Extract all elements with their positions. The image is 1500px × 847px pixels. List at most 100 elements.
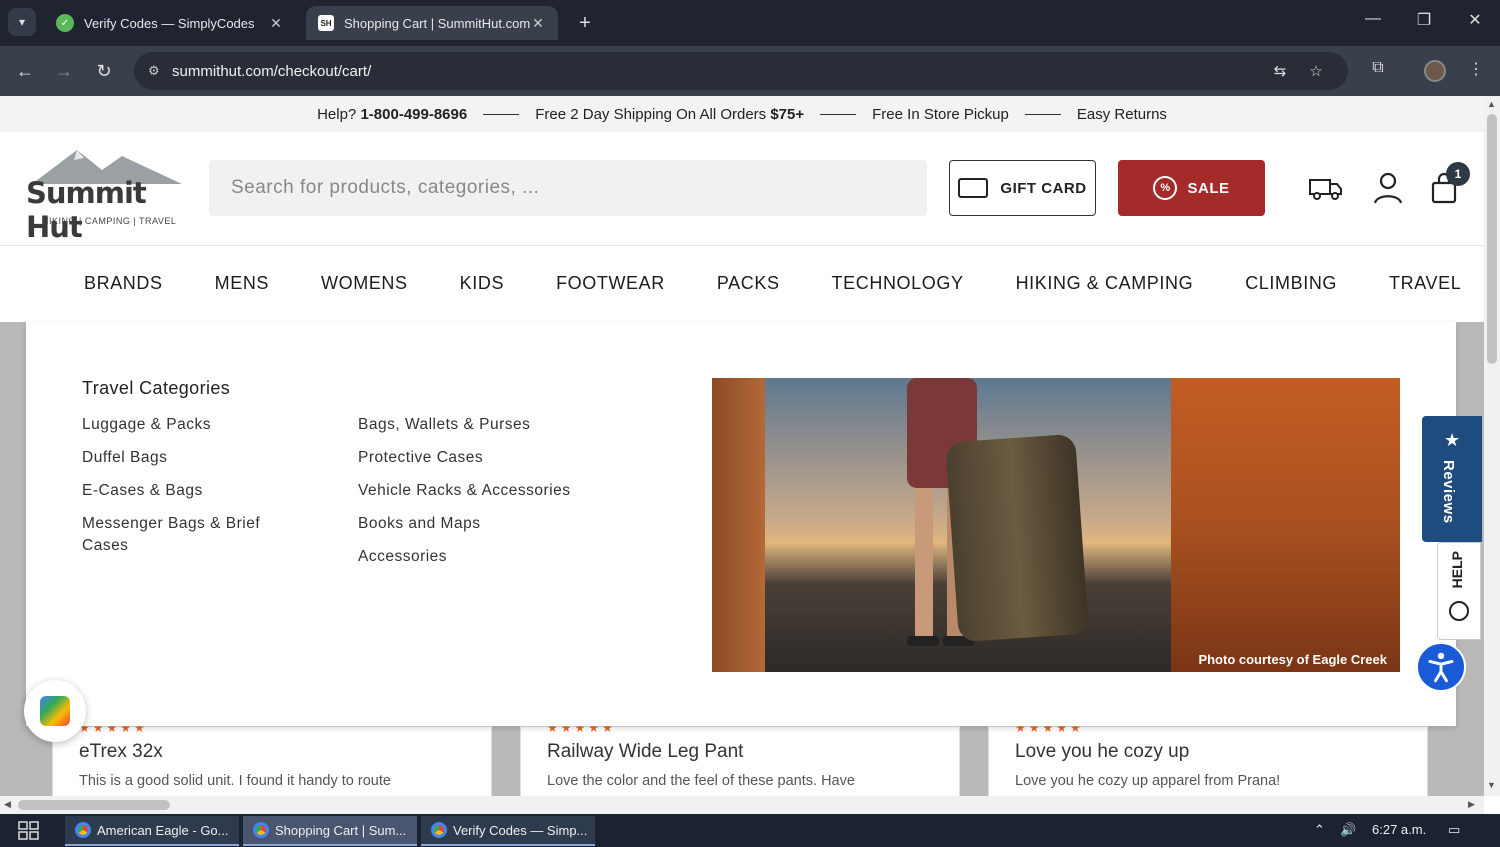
new-tab-button[interactable]: + xyxy=(572,10,598,36)
review-card[interactable]: ★★★★★ Railway Wide Leg Pant Love the col… xyxy=(520,721,960,796)
help-phone[interactable]: Help? 1-800-499-8696 xyxy=(317,106,467,123)
travel-promo-image[interactable]: Photo courtesy of Eagle Creek xyxy=(712,378,1400,672)
logo-tagline: HIKING | CAMPING | TRAVEL xyxy=(42,216,177,226)
reviews-widget-tab[interactable]: ★ Reviews xyxy=(1422,416,1482,542)
chrome-icon xyxy=(431,822,447,838)
nav-hiking-camping[interactable]: HIKING & CAMPING xyxy=(1016,273,1194,294)
gift-card-button[interactable]: GIFT CARD xyxy=(949,160,1096,216)
close-window-icon[interactable]: ✕ xyxy=(1460,10,1490,30)
nav-travel[interactable]: TRAVEL xyxy=(1389,273,1461,294)
review-text: Love the color and the feel of these pan… xyxy=(547,773,855,789)
start-grid-icon[interactable] xyxy=(18,821,40,841)
summithut-favicon-icon: SH xyxy=(318,15,334,31)
returns-promo: Easy Returns xyxy=(1076,105,1167,123)
nav-mens[interactable]: MENS xyxy=(215,273,269,294)
category-link[interactable]: E-Cases & Bags xyxy=(82,480,282,502)
site-settings-icon[interactable]: ⚙ xyxy=(148,63,172,79)
review-card[interactable]: ★★★★★ Love you he cozy up Love you he co… xyxy=(988,721,1428,796)
simplycodes-favicon-icon: ✓ xyxy=(56,14,74,32)
tray-chevron-icon[interactable]: ⌃ xyxy=(1314,822,1325,838)
photo-credit: Photo courtesy of Eagle Creek xyxy=(1198,652,1387,667)
sale-button[interactable]: % SALE xyxy=(1118,160,1265,216)
category-link[interactable]: Messenger Bags & Brief Cases xyxy=(82,513,282,557)
help-icon xyxy=(1449,601,1469,621)
clock-time[interactable]: 6:27 a.m. xyxy=(1372,822,1426,837)
category-link[interactable]: Books and Maps xyxy=(358,513,618,535)
category-link[interactable]: Bags, Wallets & Purses xyxy=(358,414,618,436)
scroll-right-icon[interactable]: ▶ xyxy=(1468,799,1475,810)
account-icon[interactable] xyxy=(1370,170,1406,206)
review-title: Railway Wide Leg Pant xyxy=(547,741,744,762)
category-column-2: Bags, Wallets & Purses Protective Cases … xyxy=(358,414,618,579)
chrome-icon xyxy=(253,822,269,838)
browser-tab-bar: ▾ ✓ Verify Codes — SimplyCodes ✕ SH Shop… xyxy=(0,0,1500,46)
tab-simplycodes[interactable]: ✓ Verify Codes — SimplyCodes ✕ xyxy=(44,6,296,40)
pickup-promo: Free In Store Pickup xyxy=(872,105,1009,123)
category-link[interactable]: Duffel Bags xyxy=(82,447,282,469)
category-link[interactable]: Vehicle Racks & Accessories xyxy=(358,480,618,502)
bookmark-star-icon[interactable]: ☆ xyxy=(1298,62,1334,80)
tab-title: Shopping Cart | SummitHut.com xyxy=(344,15,530,31)
review-cards: ★★★★★ eTrex 32x This is a good solid uni… xyxy=(52,721,1432,796)
address-bar[interactable]: ⚙ summithut.com/checkout/cart/ ⇆ ☆ xyxy=(134,52,1348,90)
scroll-down-icon[interactable]: ▼ xyxy=(1487,780,1496,790)
nav-womens[interactable]: WOMENS xyxy=(321,273,408,294)
accessibility-icon[interactable] xyxy=(1416,642,1466,692)
url-text: summithut.com/checkout/cart/ xyxy=(172,62,372,80)
browser-menu-icon[interactable]: ⋮ xyxy=(1463,59,1489,79)
nav-footwear[interactable]: FOOTWEAR xyxy=(556,273,665,294)
extensions-icon[interactable]: ⧉ xyxy=(1365,59,1391,77)
shipping-promo: Free 2 Day Shipping On All Orders $75+ xyxy=(535,105,805,123)
scroll-left-icon[interactable]: ◀ xyxy=(4,799,11,810)
os-taskbar: American Eagle - Go... Shopping Cart | S… xyxy=(0,814,1500,847)
tab-search-button[interactable]: ▾ xyxy=(8,8,36,36)
taskbar-item-shopping-cart[interactable]: Shopping Cart | Sum... xyxy=(243,816,417,846)
horizontal-scrollbar[interactable]: ◀ ▶ xyxy=(0,796,1484,814)
photo-background xyxy=(1171,378,1400,672)
help-widget-tab[interactable]: HELP xyxy=(1437,542,1481,640)
summit-hut-logo[interactable]: Summit Hut HIKING | CAMPING | TRAVEL xyxy=(22,142,192,244)
translate-icon[interactable]: ⇆ xyxy=(1262,62,1298,80)
nav-brands[interactable]: BRANDS xyxy=(84,273,163,294)
nav-technology[interactable]: TECHNOLOGY xyxy=(832,273,964,294)
category-link[interactable]: Accessories xyxy=(358,546,618,568)
notifications-icon[interactable]: ▭ xyxy=(1448,822,1460,838)
horizontal-scroll-thumb[interactable] xyxy=(18,800,170,810)
taskbar-item-american-eagle[interactable]: American Eagle - Go... xyxy=(65,816,239,846)
close-tab-icon[interactable]: ✕ xyxy=(268,15,284,32)
category-link[interactable]: Luggage & Packs xyxy=(82,414,282,436)
back-icon[interactable]: ← xyxy=(12,58,38,84)
chrome-icon xyxy=(75,822,91,838)
review-text: Love you he cozy up apparel from Prana! xyxy=(1015,773,1281,789)
restore-icon[interactable]: ❐ xyxy=(1409,10,1439,30)
truck-icon[interactable] xyxy=(1308,170,1344,206)
web-page: Help? 1-800-499-8696 Free 2 Day Shipping… xyxy=(0,96,1484,796)
browser-toolbar: ← → ↻ ⚙ summithut.com/checkout/cart/ ⇆ ☆… xyxy=(0,46,1500,96)
category-link[interactable]: Protective Cases xyxy=(358,447,618,469)
duffel-bag-image xyxy=(945,433,1089,643)
taskbar-item-verify-codes[interactable]: Verify Codes — Simp... xyxy=(421,816,595,846)
mega-menu-heading: Travel Categories xyxy=(82,378,231,398)
nav-packs[interactable]: PACKS xyxy=(717,273,780,294)
extension-floating-button[interactable] xyxy=(24,680,86,742)
help-label: HELP xyxy=(1449,551,1465,589)
nav-kids[interactable]: KIDS xyxy=(460,273,504,294)
cart-count-badge: 1 xyxy=(1446,162,1470,186)
volume-icon[interactable]: 🔊 xyxy=(1340,822,1356,838)
scroll-up-icon[interactable]: ▲ xyxy=(1487,99,1496,109)
review-card[interactable]: ★★★★★ eTrex 32x This is a good solid uni… xyxy=(52,721,492,796)
promo-bar: Help? 1-800-499-8696 Free 2 Day Shipping… xyxy=(0,96,1484,132)
search-input[interactable]: Search for products, categories, ... xyxy=(209,160,927,216)
tab-summithut[interactable]: SH Shopping Cart | SummitHut.com ✕ xyxy=(306,6,558,40)
travel-mega-menu: Travel Categories Luggage & Packs Duffel… xyxy=(26,322,1456,726)
tab-title: Verify Codes — SimplyCodes xyxy=(84,15,255,31)
nav-climbing[interactable]: CLIMBING xyxy=(1245,273,1337,294)
shopping-bag-icon xyxy=(40,696,70,726)
close-tab-icon[interactable]: ✕ xyxy=(530,15,546,32)
profile-avatar[interactable] xyxy=(1424,60,1446,82)
reload-icon[interactable]: ↻ xyxy=(91,58,117,84)
vertical-scrollbar[interactable]: ▲ ▼ xyxy=(1484,96,1500,796)
vertical-scroll-thumb[interactable] xyxy=(1487,114,1497,364)
forward-icon[interactable]: → xyxy=(51,58,77,84)
minimize-icon[interactable]: — xyxy=(1358,10,1388,28)
